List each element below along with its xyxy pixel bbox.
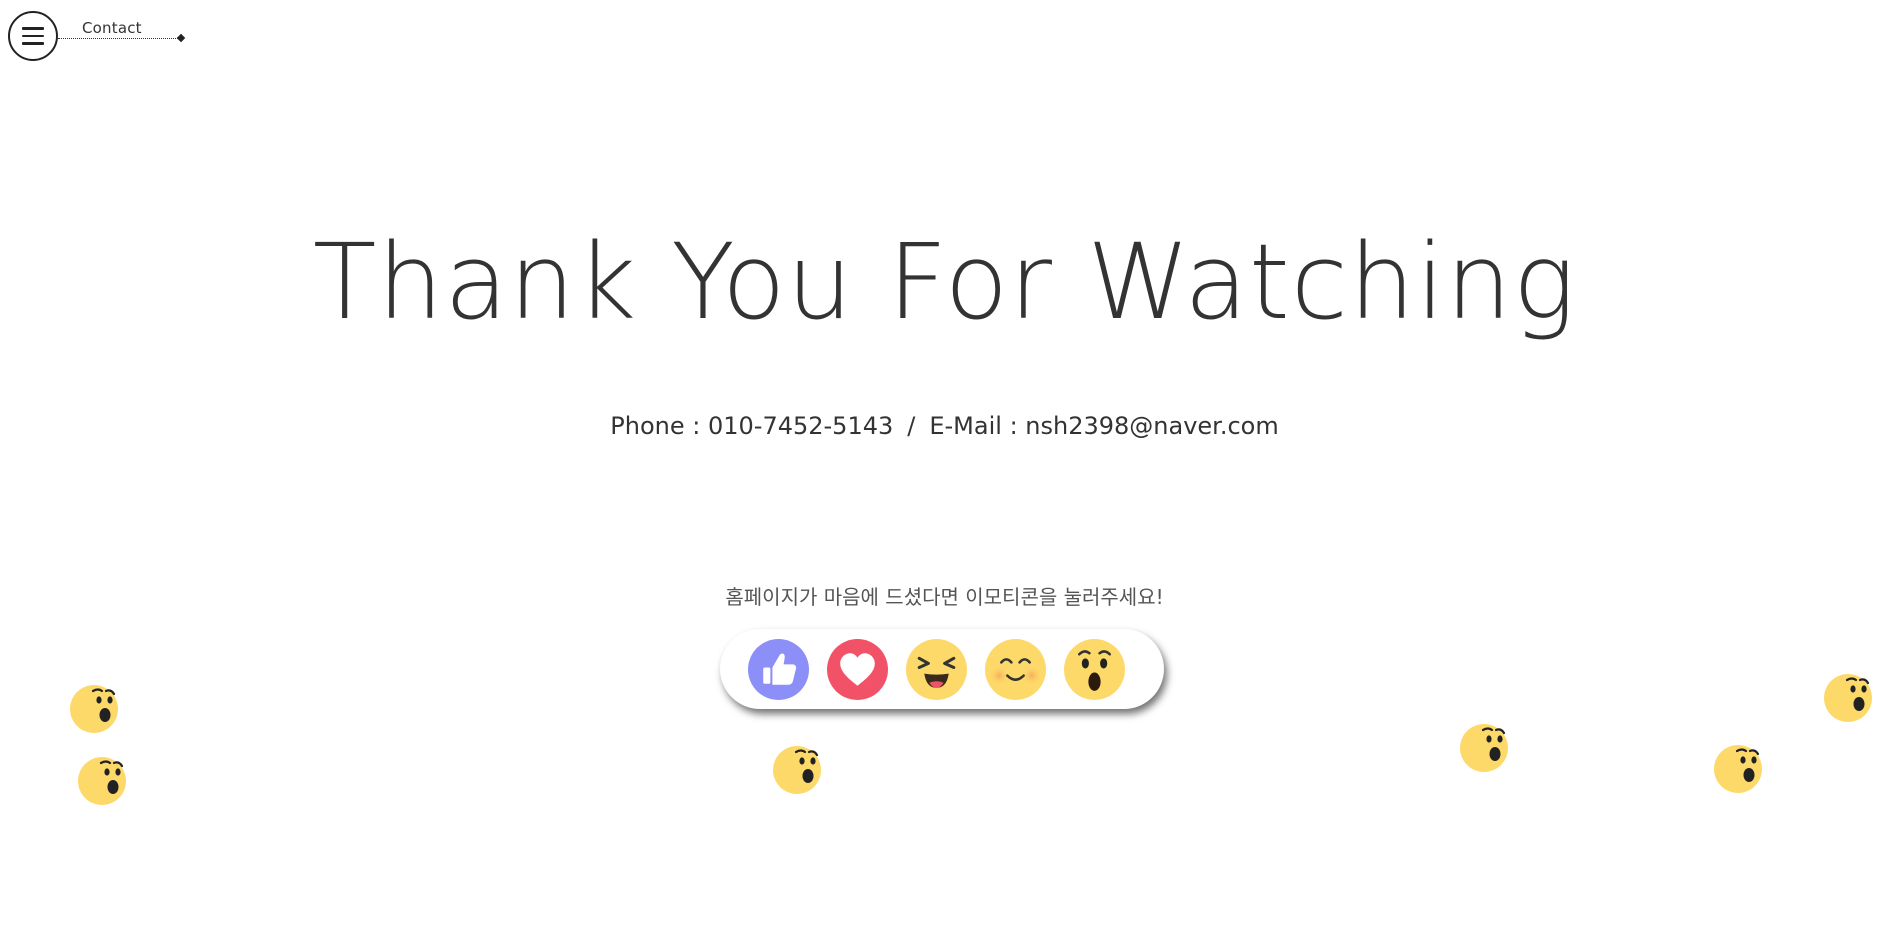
email-text: E-Mail : nsh2398@naver.com [929,412,1279,440]
floating-surprised-emoji [772,745,822,795]
reaction-yay-button[interactable] [985,638,1046,700]
surprised-face-icon [1460,724,1508,772]
laughing-face-icon [906,638,967,700]
floating-surprised-emoji [77,756,127,806]
phone-text: Phone : 010-7452-5143 [610,412,894,440]
contact-info: Phone : 010-7452-5143 / E-Mail : nsh2398@n… [0,412,1889,440]
reaction-wow-button[interactable] [1064,638,1125,700]
section-label-contact[interactable]: Contact [82,19,142,37]
page-title: Thank You For Watching [312,221,1577,343]
surprised-face-icon [70,685,118,733]
reaction-like-button[interactable] [748,638,809,700]
reaction-bar [720,629,1164,709]
surprised-face-icon [1714,745,1762,793]
floating-surprised-emoji [69,684,119,734]
floating-surprised-emoji [1459,723,1509,773]
reaction-haha-button[interactable] [906,638,967,700]
thumbs-up-icon [748,638,809,700]
surprised-face-icon [773,746,821,794]
nav-connector-line [58,38,182,39]
surprised-face-icon [1064,638,1125,700]
page: Contact Thank You For Watching Phone : 0… [0,0,1889,940]
surprised-face-icon [78,757,126,805]
floating-surprised-emoji [1823,673,1873,723]
hamburger-menu-button[interactable] [8,11,58,61]
surprised-face-icon [1824,674,1872,722]
floating-surprised-emoji [1713,744,1763,794]
nav-connector-dot [176,33,186,43]
heart-icon [827,638,888,700]
reaction-love-button[interactable] [827,638,888,700]
blushing-smile-icon [985,638,1046,700]
hamburger-menu-icon [22,27,44,45]
contact-separator: / [907,412,916,440]
reaction-prompt: 홈페이지가 마음에 드셨다면 이모티콘을 눌러주세요! [725,585,1164,609]
